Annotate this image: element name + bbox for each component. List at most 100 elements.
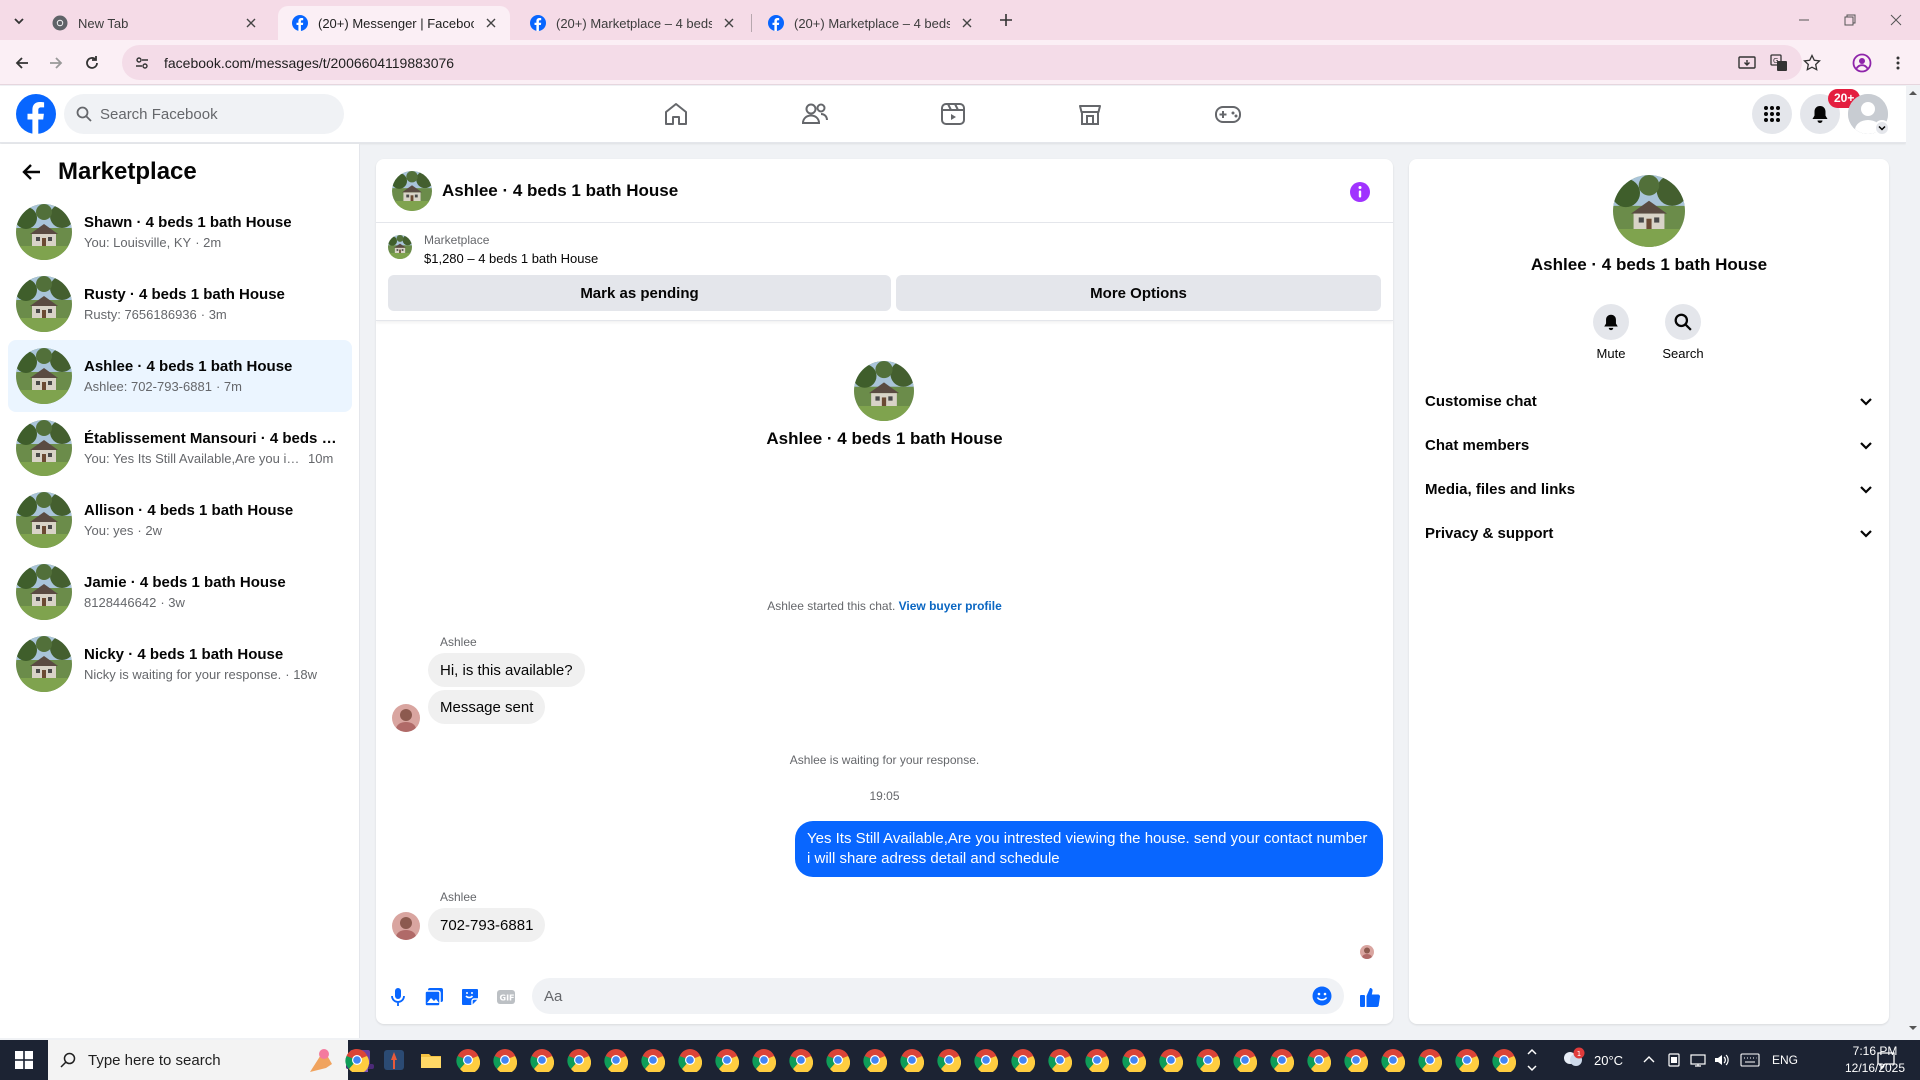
chrome-icon[interactable] — [567, 1048, 591, 1072]
chrome-icon[interactable] — [1418, 1048, 1442, 1072]
more-options-button[interactable]: More Options — [896, 275, 1381, 311]
message-input[interactable]: Aa — [532, 978, 1344, 1014]
nav-gaming[interactable] — [1210, 96, 1246, 132]
restore-button[interactable] — [1836, 8, 1864, 32]
new-tab-button[interactable] — [995, 9, 1017, 31]
attach-photo-button[interactable] — [422, 985, 446, 1009]
nav-video[interactable] — [935, 96, 971, 132]
account-menu-button[interactable] — [1874, 120, 1890, 136]
browser-tab-marketplace-1[interactable]: (20+) Marketplace – 4 beds 1 b — [516, 6, 748, 40]
sender-avatar[interactable] — [392, 912, 420, 940]
chat-title[interactable]: Ashlee · 4 beds 1 bath House — [442, 181, 678, 201]
taskbar-search-box[interactable]: Type here to search — [48, 1040, 374, 1080]
info-icon[interactable] — [1349, 181, 1371, 203]
window-close-button[interactable] — [1882, 8, 1910, 32]
browser-tab-new-tab[interactable]: New Tab — [38, 6, 270, 40]
keyboard-icon[interactable] — [1740, 1053, 1760, 1067]
install-app-button[interactable] — [1735, 51, 1759, 75]
chrome-icon[interactable] — [604, 1048, 628, 1072]
chrome-icon[interactable] — [641, 1048, 665, 1072]
chrome-icon[interactable] — [1492, 1048, 1516, 1072]
chrome-icon[interactable] — [345, 1048, 369, 1072]
address-bar[interactable]: facebook.com/messages/t/2006604119883076 — [122, 45, 1802, 80]
close-icon[interactable] — [482, 14, 500, 32]
volume-icon[interactable] — [1714, 1052, 1730, 1068]
nav-friends[interactable] — [797, 96, 833, 132]
chrome-icon[interactable] — [974, 1048, 998, 1072]
network-icon[interactable] — [1690, 1052, 1706, 1068]
gif-button[interactable]: GIF — [494, 985, 518, 1009]
conversation-item-active[interactable]: Ashlee · 4 beds 1 bath House Ashlee: 702… — [8, 340, 352, 412]
tab-search-button[interactable] — [8, 10, 30, 32]
forward-button[interactable] — [44, 51, 68, 75]
outgoing-message[interactable]: Yes Its Still Available,Are you intreste… — [795, 821, 1383, 877]
chrome-icon[interactable] — [937, 1048, 961, 1072]
chat-members-section[interactable]: Chat members — [1425, 425, 1873, 465]
chrome-icon[interactable] — [493, 1048, 517, 1072]
chrome-icon[interactable] — [1381, 1048, 1405, 1072]
chrome-icon[interactable] — [863, 1048, 887, 1072]
show-hidden-icons-icon[interactable] — [1642, 1053, 1656, 1067]
mute-button[interactable] — [1593, 304, 1629, 340]
page-scrollbar[interactable] — [1906, 86, 1920, 1038]
chrome-icon[interactable] — [715, 1048, 739, 1072]
sender-avatar[interactable] — [392, 704, 420, 732]
chrome-icon[interactable] — [1307, 1048, 1331, 1072]
sticker-button[interactable] — [458, 985, 482, 1009]
start-button[interactable] — [0, 1040, 48, 1080]
chrome-icon[interactable] — [900, 1048, 924, 1072]
browser-tab-marketplace-2[interactable]: (20+) Marketplace – 4 beds 1 b — [754, 6, 986, 40]
view-buyer-profile-link[interactable]: View buyer profile — [899, 599, 1002, 613]
conversation-item[interactable]: Établissement Mansouri · 4 beds 1 bath H… — [8, 412, 352, 484]
listing-price[interactable]: $1,280 – 4 beds 1 bath House — [424, 251, 598, 266]
listing-thumbnail[interactable] — [388, 235, 412, 259]
pinned-app-icon[interactable] — [382, 1048, 406, 1072]
details-avatar[interactable] — [1613, 175, 1685, 247]
chrome-icon[interactable] — [1196, 1048, 1220, 1072]
chrome-icon[interactable] — [1048, 1048, 1072, 1072]
browser-menu-button[interactable] — [1886, 51, 1910, 75]
incoming-message[interactable]: Message sent — [428, 690, 546, 724]
chat-avatar[interactable] — [392, 171, 432, 211]
close-icon[interactable] — [720, 14, 738, 32]
send-like-button[interactable] — [1358, 985, 1382, 1009]
conversation-item[interactable]: Jamie · 4 beds 1 bath House 8128446642 · … — [8, 556, 352, 628]
chrome-icon[interactable] — [752, 1048, 776, 1072]
nav-marketplace[interactable] — [1072, 96, 1108, 132]
facebook-logo-icon[interactable] — [16, 94, 56, 134]
battery-device-icon[interactable] — [1666, 1052, 1682, 1068]
back-button[interactable] — [10, 51, 34, 75]
close-icon[interactable] — [242, 14, 260, 32]
conversation-item[interactable]: Rusty · 4 beds 1 bath House Rusty: 76561… — [8, 268, 352, 340]
chrome-icon[interactable] — [789, 1048, 813, 1072]
chrome-icon[interactable] — [678, 1048, 702, 1072]
mute-action[interactable]: Mute — [1581, 304, 1641, 361]
sidebar-back-button[interactable] — [18, 158, 46, 186]
site-info-icon[interactable] — [132, 53, 152, 73]
search-action[interactable]: Search — [1653, 304, 1713, 361]
chrome-icon[interactable] — [1085, 1048, 1109, 1072]
customise-chat-section[interactable]: Customise chat — [1425, 381, 1873, 421]
chrome-icon[interactable] — [1122, 1048, 1146, 1072]
voice-clip-button[interactable] — [386, 985, 410, 1009]
search-in-conversation-button[interactable] — [1665, 304, 1701, 340]
reload-button[interactable] — [80, 51, 104, 75]
nav-home[interactable] — [658, 96, 694, 132]
chrome-icon[interactable] — [1455, 1048, 1479, 1072]
profile-button[interactable] — [1850, 51, 1874, 75]
notification-center-button[interactable] — [1876, 1050, 1896, 1070]
emoji-icon[interactable] — [1312, 986, 1332, 1006]
bookmark-button[interactable] — [1800, 51, 1824, 75]
close-icon[interactable] — [958, 14, 976, 32]
conversation-item[interactable]: Nicky · 4 beds 1 bath House Nicky is wai… — [8, 628, 352, 700]
file-explorer-icon[interactable] — [419, 1048, 443, 1072]
translate-button[interactable]: G — [1767, 51, 1791, 75]
taskbar-overflow-scroll[interactable] — [1526, 1044, 1538, 1076]
incoming-message[interactable]: 702-793-6881 — [428, 908, 546, 942]
chrome-icon[interactable] — [456, 1048, 480, 1072]
chrome-icon[interactable] — [1270, 1048, 1294, 1072]
incoming-message[interactable]: Hi, is this available? — [428, 653, 585, 687]
conversation-item[interactable]: Shawn · 4 beds 1 bath House You: Louisvi… — [8, 196, 352, 268]
chrome-icon[interactable] — [1159, 1048, 1183, 1072]
weather-widget[interactable]: 1 20°C — [1560, 1040, 1623, 1080]
